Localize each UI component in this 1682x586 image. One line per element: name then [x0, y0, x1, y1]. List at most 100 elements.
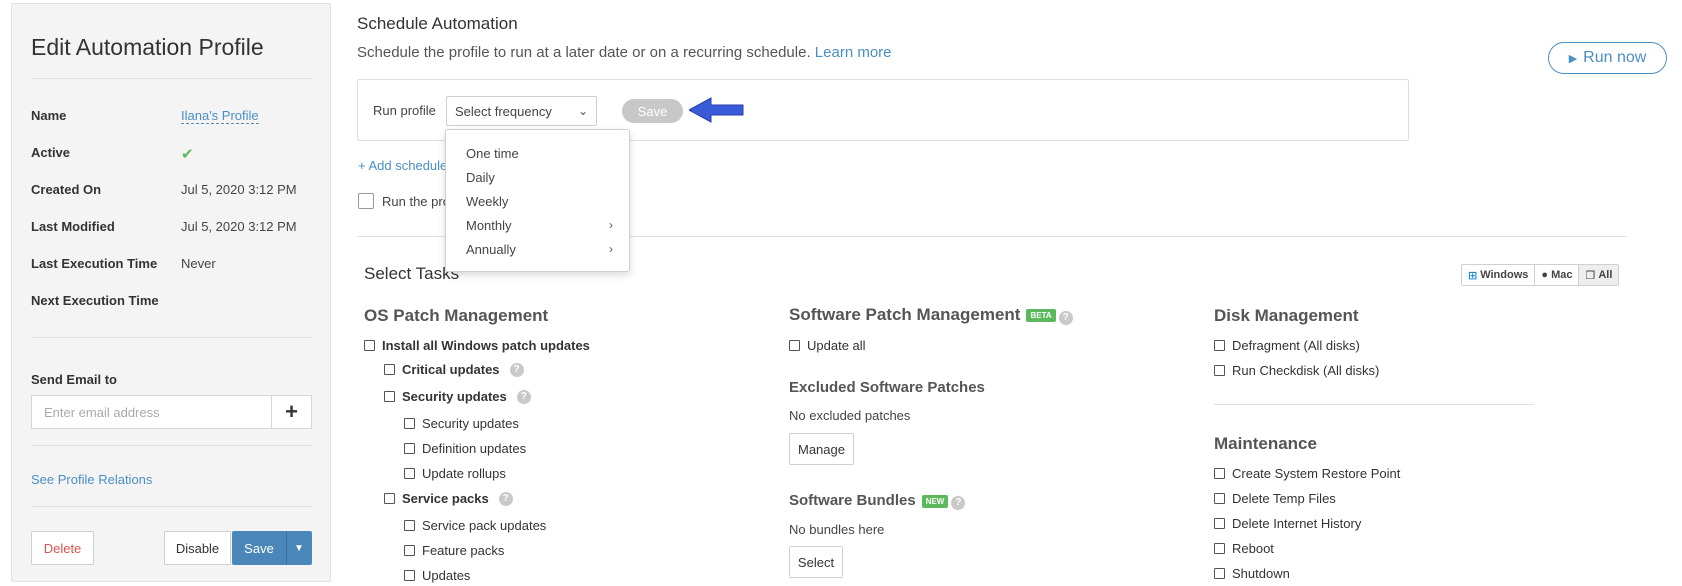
- task-definition-updates[interactable]: Definition updates: [404, 441, 526, 456]
- disk-management-title: Disk Management: [1214, 306, 1359, 325]
- email-field[interactable]: [32, 396, 271, 428]
- os-filter-all[interactable]: ❐ All: [1579, 265, 1619, 285]
- task-updates[interactable]: Updates: [404, 568, 470, 583]
- os-filter-windows[interactable]: ⊞ Windows: [1462, 265, 1536, 285]
- see-profile-relations-link[interactable]: See Profile Relations: [31, 472, 152, 487]
- checkbox[interactable]: [384, 391, 395, 402]
- run-profile-label: Run profile: [373, 103, 436, 118]
- help-icon[interactable]: ?: [1058, 310, 1073, 325]
- checkbox[interactable]: [404, 570, 415, 581]
- os-filter-mac[interactable]: ● Mac: [1535, 265, 1580, 285]
- menu-item-annually[interactable]: Annually ›: [446, 237, 629, 261]
- save-button[interactable]: Save: [232, 531, 286, 565]
- profile-name-link[interactable]: Ilana's Profile: [181, 108, 259, 124]
- run-now-label: Run now: [1583, 49, 1647, 66]
- checkbox[interactable]: [1214, 543, 1225, 554]
- new-badge: NEW: [921, 494, 949, 508]
- task-create-restore-point[interactable]: Create System Restore Point: [1214, 466, 1400, 481]
- task-label: Delete Internet History: [1232, 516, 1362, 531]
- schedule-save-button[interactable]: Save: [622, 99, 683, 123]
- task-reboot[interactable]: Reboot: [1214, 541, 1274, 556]
- active-check-icon: ✔: [181, 146, 194, 163]
- checkbox[interactable]: [404, 545, 415, 556]
- select-bundles-button[interactable]: Select: [789, 546, 843, 578]
- info-label: Created On: [31, 182, 102, 197]
- help-icon[interactable]: ?: [951, 495, 966, 510]
- menu-item-label: Weekly: [466, 193, 509, 209]
- task-update-all[interactable]: Update all: [789, 338, 866, 353]
- task-delete-temp-files[interactable]: Delete Temp Files: [1214, 491, 1336, 506]
- info-row-created: Created On Jul 5, 2020 3:12 PM: [31, 182, 321, 202]
- task-label: Shutdown: [1232, 566, 1290, 581]
- help-icon[interactable]: ?: [509, 362, 524, 377]
- task-label: Create System Restore Point: [1232, 466, 1401, 481]
- add-schedule-link[interactable]: + Add schedule: [358, 158, 447, 173]
- task-feature-packs[interactable]: Feature packs: [404, 543, 504, 558]
- os-filter-label: Mac: [1551, 269, 1573, 281]
- checkbox[interactable]: [1214, 365, 1225, 376]
- delete-button[interactable]: Delete: [31, 531, 94, 565]
- software-patch-title: Software Patch Management BETA?: [789, 305, 1073, 325]
- disable-button[interactable]: Disable: [164, 531, 231, 565]
- divider: [1214, 404, 1534, 405]
- checkbox[interactable]: [404, 520, 415, 531]
- menu-item-daily[interactable]: Daily: [446, 165, 629, 189]
- task-critical-updates[interactable]: Critical updates ?: [384, 362, 524, 377]
- menu-item-label: One time: [466, 145, 519, 161]
- menu-item-monthly[interactable]: Monthly ›: [446, 213, 629, 237]
- page-title: Edit Automation Profile: [31, 34, 264, 60]
- task-label: Service packs: [402, 491, 489, 506]
- help-icon[interactable]: ?: [516, 389, 531, 404]
- checkbox[interactable]: [1214, 468, 1225, 479]
- frequency-select[interactable]: Select frequency ⌄: [446, 96, 597, 126]
- checkbox[interactable]: [384, 364, 395, 375]
- task-shutdown[interactable]: Shutdown: [1214, 566, 1290, 581]
- chevron-right-icon: ›: [609, 242, 613, 256]
- checkbox[interactable]: [1214, 568, 1225, 579]
- checkbox[interactable]: [404, 443, 415, 454]
- send-email-label: Send Email to: [31, 372, 117, 387]
- task-label: Service pack updates: [422, 518, 547, 533]
- run-now-button[interactable]: ▶ Run now: [1548, 42, 1667, 74]
- checkbox[interactable]: [404, 418, 415, 429]
- task-install-all-windows[interactable]: Install all Windows patch updates: [364, 338, 590, 353]
- checkbox[interactable]: [364, 340, 375, 351]
- task-run-checkdisk[interactable]: Run Checkdisk (All disks): [1214, 363, 1379, 378]
- add-email-button[interactable]: +: [271, 396, 311, 428]
- os-patch-title: OS Patch Management: [364, 306, 549, 325]
- task-service-pack-updates[interactable]: Service pack updates: [404, 518, 546, 533]
- divider: [31, 506, 312, 507]
- checkbox[interactable]: [1214, 518, 1225, 529]
- task-update-rollups[interactable]: Update rollups: [404, 466, 506, 481]
- task-service-packs-group[interactable]: Service packs ?: [384, 491, 513, 506]
- manage-button[interactable]: Manage: [789, 433, 854, 465]
- help-icon[interactable]: ?: [498, 491, 513, 506]
- task-delete-internet-history[interactable]: Delete Internet History: [1214, 516, 1361, 531]
- divider: [31, 337, 312, 338]
- task-security-updates[interactable]: Security updates: [404, 416, 519, 431]
- checkbox[interactable]: [789, 340, 800, 351]
- info-row-last-exec: Last Execution Time Never: [31, 256, 321, 276]
- save-options-caret-icon[interactable]: ▼: [286, 531, 312, 565]
- task-security-updates-group[interactable]: Security updates ?: [384, 389, 531, 404]
- learn-more-link[interactable]: Learn more: [815, 44, 892, 61]
- info-row-active: Active ✔: [31, 145, 321, 165]
- menu-item-weekly[interactable]: Weekly: [446, 189, 629, 213]
- run-profile-checkbox[interactable]: [358, 193, 374, 209]
- info-row-modified: Last Modified Jul 5, 2020 3:12 PM: [31, 219, 321, 239]
- task-label: Reboot: [1232, 541, 1274, 556]
- checkbox[interactable]: [1214, 340, 1225, 351]
- task-defragment[interactable]: Defragment (All disks): [1214, 338, 1360, 353]
- task-label: Updates: [422, 568, 471, 583]
- schedule-subtitle: Schedule the profile to run at a later d…: [357, 44, 892, 61]
- task-label: Update rollups: [422, 466, 506, 481]
- menu-item-one-time[interactable]: One time: [446, 141, 629, 165]
- checkbox[interactable]: [1214, 493, 1225, 504]
- checkbox[interactable]: [384, 493, 395, 504]
- play-icon: ▶: [1568, 52, 1578, 65]
- email-group: +: [31, 395, 312, 429]
- beta-badge: BETA: [1026, 309, 1056, 323]
- checkbox[interactable]: [404, 468, 415, 479]
- software-bundles-title-text: Software Bundles: [789, 492, 916, 509]
- windows-icon: ⊞: [1468, 269, 1478, 282]
